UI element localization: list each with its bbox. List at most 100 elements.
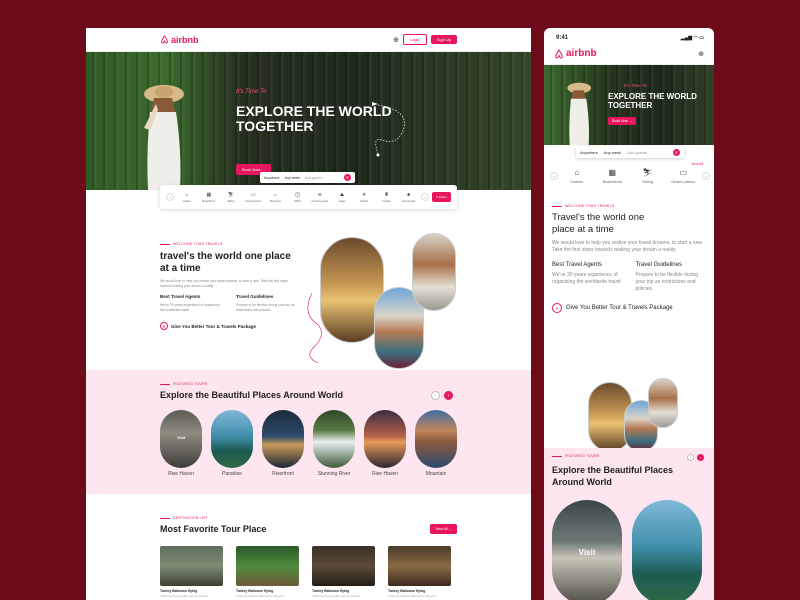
place-name: Paradise: [222, 471, 242, 477]
category-next-icon[interactable]: ›: [421, 193, 430, 201]
tour-image: [312, 546, 375, 586]
tour-title: Most Favorite Tour Place: [160, 524, 267, 534]
best-agents-text: We've 30 years experience of organizing …: [160, 303, 220, 312]
search-add-guests[interactable]: Add guests: [305, 176, 323, 180]
signal-battery-icon: ▂▄▆ ◠ ▭: [680, 35, 704, 41]
search-icon[interactable]: ⚲: [673, 148, 680, 156]
about-title: Travel's the world one place at a time: [552, 212, 645, 235]
category-item[interactable]: ▦ Beachfront: [596, 168, 630, 184]
place-image[interactable]: Visit: [552, 500, 622, 600]
place-image: [313, 410, 355, 468]
place-name: Rise Haven: [168, 471, 194, 477]
package-icon: ✈: [160, 322, 168, 330]
place-name: Riverfront: [272, 471, 294, 477]
place-card[interactable]: Mountain: [415, 410, 457, 477]
airbnb-logo[interactable]: airbnb: [160, 35, 199, 45]
search-add-guests[interactable]: Add guests: [627, 150, 647, 155]
featured-tours-section: FEATURED TOURS Explore the Beautiful Pla…: [86, 370, 531, 494]
view-all-label: View All: [435, 527, 448, 531]
visit-label[interactable]: Visit: [160, 435, 202, 440]
filters-button[interactable]: ≡ Filters: [432, 192, 452, 202]
view-all-button[interactable]: View All →: [430, 524, 457, 534]
category-item[interactable]: ⌂ Cabins: [177, 192, 196, 203]
category-item[interactable]: ⛷ Skiing: [221, 192, 240, 203]
pool-icon: ≋: [317, 191, 322, 198]
tour-card[interactable]: Turkey Balloons flying I think we have t…: [160, 546, 223, 598]
best-agents-text: We've 30 years experience of organizing …: [552, 272, 621, 285]
tour-card[interactable]: Turkey Balloons flying I think we have t…: [236, 546, 299, 598]
search-bar[interactable]: Anywhere Any week Add guests ⚲: [576, 146, 684, 158]
guidelines-title: Travel Guidelines: [236, 294, 274, 299]
category-item[interactable]: ▭ Grand pianos: [244, 192, 263, 203]
about-description: We would love to help you realize your t…: [160, 279, 288, 288]
tour-desc: I think we have to take a lot of picture…: [388, 594, 437, 598]
package-label: Give You Better Tour & Travels Package: [171, 323, 257, 329]
search-anywhere[interactable]: Anywhere: [264, 176, 280, 180]
category-label: Cabins: [182, 199, 191, 203]
place-image[interactable]: [632, 500, 702, 600]
featured-tours-section: FEATURED TOURS ‹ › Explore the Beautiful…: [544, 448, 714, 600]
category-item[interactable]: ♣ Countryside: [399, 192, 418, 203]
place-card[interactable]: Paradise: [211, 410, 253, 477]
featured-title: Explore the Beautiful Places Around Worl…: [160, 390, 344, 400]
beach-icon: ▦: [206, 191, 212, 198]
search-any-week[interactable]: Any week: [285, 176, 300, 180]
category-next-icon[interactable]: ›: [702, 172, 710, 180]
carousel-next-icon[interactable]: ›: [697, 454, 704, 461]
category-item[interactable]: ⛰ Lakes: [332, 192, 351, 203]
category-label: Lakes: [338, 199, 346, 203]
tour-card[interactable]: Turkey Balloons flying I think we have t…: [388, 546, 451, 598]
status-time: 9:41: [556, 35, 569, 41]
category-label: Cabins: [570, 179, 583, 184]
visit-label[interactable]: Visit: [552, 548, 622, 557]
category-prev-icon[interactable]: ‹: [550, 172, 558, 180]
login-button[interactable]: Login: [402, 34, 427, 45]
search-any-week[interactable]: Any week: [604, 150, 621, 155]
category-item[interactable]: ☀ Islands: [355, 192, 374, 203]
view-all-link[interactable]: View All: [691, 162, 703, 166]
category-item[interactable]: ⌂ Cabins: [560, 168, 594, 184]
signup-button[interactable]: Sign Up: [430, 35, 457, 44]
castle-icon: ♜: [384, 191, 389, 198]
category-item[interactable]: ♜ Castles: [377, 192, 396, 203]
guidelines-block: Travel Guidelines Prepare to be flexible…: [636, 262, 708, 293]
place-image: [415, 410, 457, 468]
book-now-button[interactable]: Book Now →: [608, 117, 637, 125]
place-card[interactable]: Riverfront: [262, 410, 304, 477]
best-agents-block: Best Travel Agents We've 30 years experi…: [552, 262, 624, 293]
best-agents-block: Best Travel Agents We've 30 years experi…: [160, 294, 224, 312]
airbnb-logo[interactable]: airbnb: [554, 48, 597, 59]
category-label: Beachfront: [602, 179, 622, 184]
place-card[interactable]: Rise Haven: [364, 410, 406, 477]
category-item[interactable]: ≋ Amazing pools: [310, 192, 329, 203]
status-bar: 9:41 ▂▄▆ ◠ ▭: [544, 28, 714, 43]
category-prev-icon[interactable]: ‹: [166, 193, 174, 201]
lake-icon: ⛰: [339, 191, 345, 198]
piano-icon: ▭: [250, 191, 256, 198]
globe-icon[interactable]: ⊕: [698, 50, 704, 58]
search-icon[interactable]: ⚲: [344, 174, 351, 181]
hero-tagline: It's Time To: [624, 83, 647, 88]
category-item[interactable]: ⌂ Mansions: [266, 192, 285, 203]
category-bar: ‹ ⌂ Cabins ▦ Beachfront ⛷ Skiing ▭ Grand pia…: [550, 168, 710, 184]
category-label: Amazing pools: [311, 199, 329, 203]
place-image: Visit: [160, 410, 202, 468]
place-card[interactable]: Stunning River: [313, 410, 355, 477]
category-item[interactable]: ⛷ Skiing: [631, 168, 665, 184]
category-item[interactable]: ◫ OMG!: [288, 192, 307, 203]
carousel-prev-icon[interactable]: ‹: [687, 454, 694, 461]
airbnb-logo-icon: [555, 48, 563, 58]
cabin-icon: ⌂: [574, 168, 580, 177]
carousel-next-icon[interactable]: ›: [444, 391, 453, 400]
carousel-prev-icon[interactable]: ‹: [431, 391, 440, 400]
place-name: Stunning River: [317, 471, 351, 477]
place-card[interactable]: Visit Rise Haven: [160, 410, 202, 477]
search-bar[interactable]: Anywhere Any week Add guests ⚲: [260, 172, 355, 183]
globe-icon[interactable]: ⊕: [393, 36, 399, 44]
tour-card[interactable]: Turkey Balloons flying I think we have t…: [312, 546, 375, 598]
package-link[interactable]: ✈ Give You Better Tour & Travels Package: [160, 322, 300, 330]
search-anywhere[interactable]: Anywhere: [580, 150, 598, 155]
category-item[interactable]: ▭ Grand pianos: [667, 168, 701, 184]
package-link[interactable]: ✈ Give You Better Tour & Travels Package: [552, 303, 707, 313]
category-item[interactable]: ▦ Beachfront: [199, 192, 218, 203]
